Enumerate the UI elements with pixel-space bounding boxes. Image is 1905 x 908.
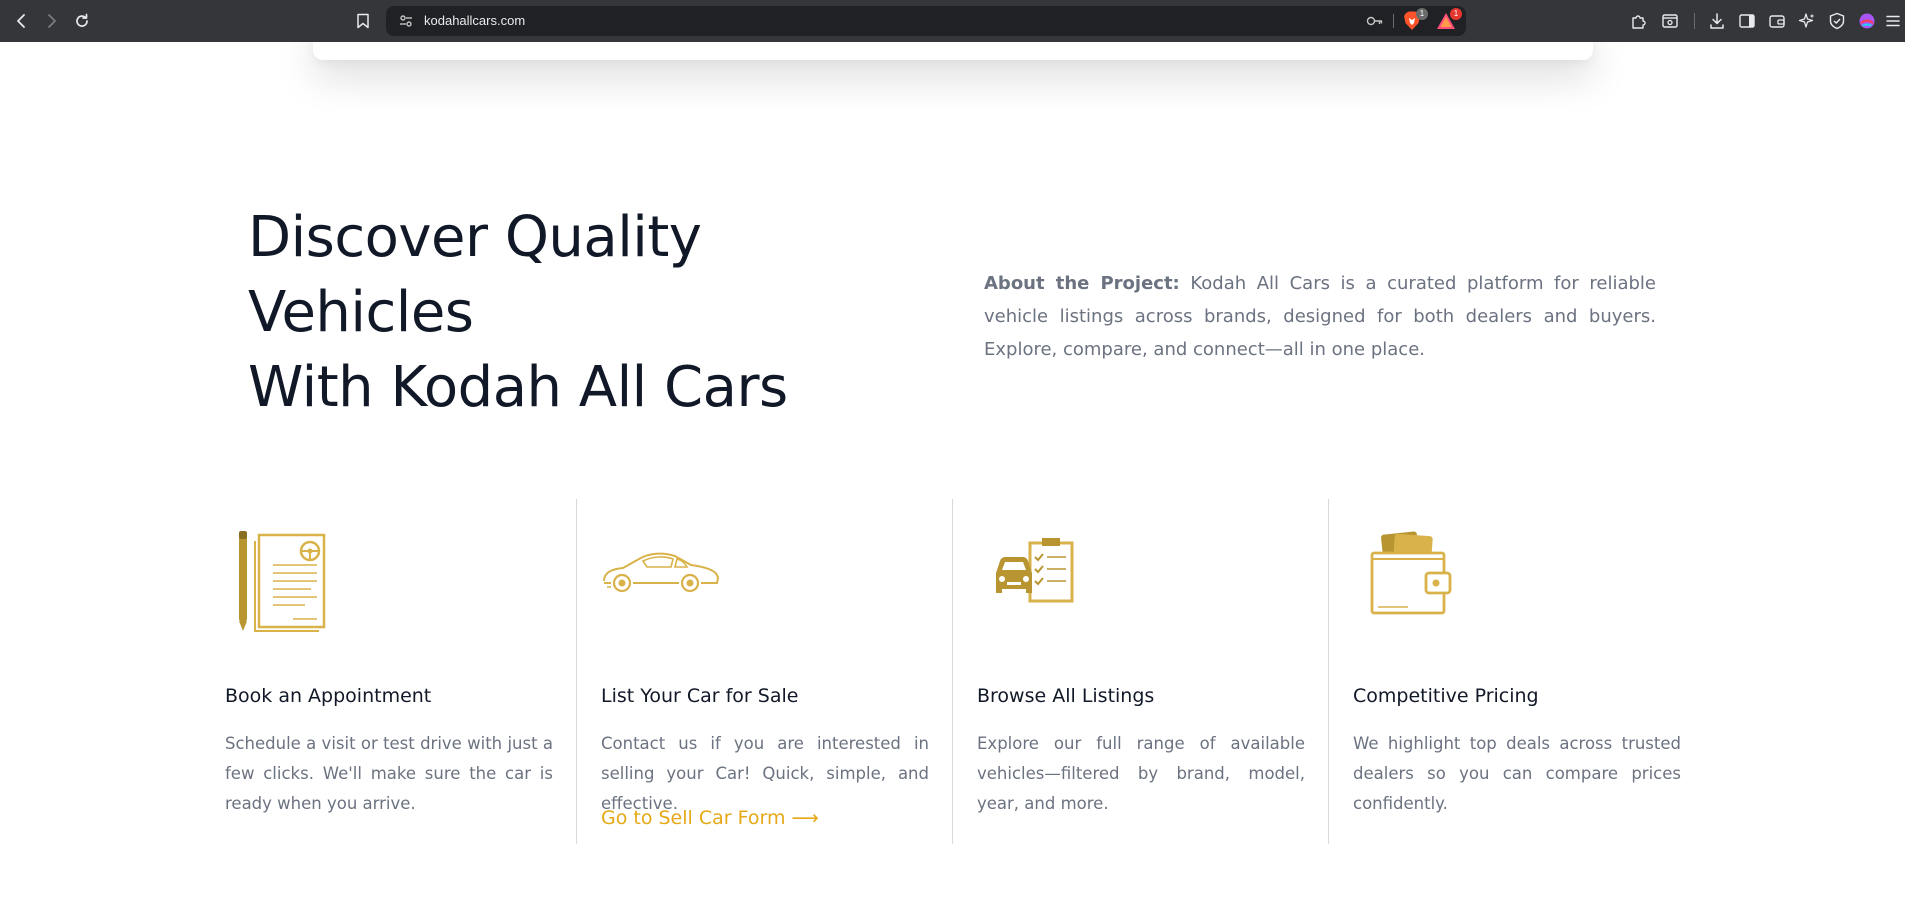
hamburger-menu-icon [1886, 15, 1900, 27]
leo-ai-button[interactable] [1797, 11, 1817, 31]
divider [1393, 14, 1394, 28]
page-content: Discover Quality Vehicles With Kodah All… [0, 42, 1905, 908]
sidebar-button[interactable] [1737, 11, 1757, 31]
vpn-button[interactable] [1827, 11, 1847, 31]
profile-button[interactable] [1857, 11, 1877, 31]
reload-button[interactable] [70, 9, 94, 33]
reload-icon [76, 13, 88, 27]
feature-description: Contact us if you are interested in sell… [601, 734, 929, 813]
back-icon [17, 14, 25, 28]
feature-description: We highlight top deals across trusted de… [1353, 734, 1681, 813]
sparkle-icon [1798, 13, 1815, 28]
header-card [313, 42, 1593, 60]
features-section: Book an Appointment Schedule a visit or … [225, 499, 1681, 844]
feature-title: List Your Car for Sale [601, 685, 799, 707]
brave-shields-button[interactable]: 1 [1402, 8, 1428, 32]
feature-card: Book an Appointment Schedule a visit or … [225, 499, 555, 844]
car-icon [603, 552, 720, 592]
wallet-button[interactable] [1767, 11, 1787, 31]
address-bar[interactable]: kodahallcars.com 1 1 [386, 6, 1466, 36]
about-project: About the Project: Kodah All Cars is a c… [984, 267, 1656, 366]
bookmark-button[interactable] [352, 10, 374, 32]
hero-title-line: With Kodah All Cars [248, 355, 788, 420]
brave-rewards-button[interactable]: 1 [1436, 8, 1462, 32]
car-checklist-icon [996, 538, 1074, 603]
divider [1328, 499, 1329, 844]
appointment-document-icon [239, 531, 326, 632]
forward-button[interactable] [39, 9, 63, 33]
rewards-count-badge: 1 [1450, 8, 1462, 20]
shields-count-badge: 1 [1416, 8, 1428, 20]
feature-card: Competitive Pricing We highlight top dea… [1353, 499, 1683, 844]
divider [576, 499, 577, 844]
forward-icon [48, 14, 56, 28]
feature-card: Browse All Listings Explore our full ran… [977, 499, 1307, 844]
feature-card: List Your Car for Sale Contact us if you… [601, 499, 931, 844]
hero-title-line: Discover Quality [248, 205, 702, 270]
shield-icon [1829, 12, 1845, 30]
feature-title: Competitive Pricing [1353, 685, 1539, 707]
download-icon [1710, 13, 1724, 29]
browser-toolbar: kodahallcars.com 1 1 [0, 0, 1905, 42]
hero-title-line: Vehicles [248, 280, 474, 345]
feature-title: Book an Appointment [225, 685, 432, 707]
site-settings-icon[interactable] [398, 13, 414, 29]
reader-mode-button[interactable] [1660, 11, 1680, 31]
divider [1694, 13, 1695, 29]
reader-search-icon [1662, 14, 1678, 28]
puzzle-icon [1632, 15, 1646, 29]
back-button[interactable] [10, 9, 34, 33]
sidebar-icon [1739, 14, 1755, 28]
downloads-button[interactable] [1707, 11, 1727, 31]
wallet-toolbar-icon [1769, 15, 1785, 28]
sell-car-form-link[interactable]: Go to Sell Car Form ⟶ [601, 807, 819, 829]
url-text[interactable]: kodahallcars.com [424, 13, 525, 28]
hero-title: Discover Quality Vehicles With Kodah All… [248, 200, 868, 425]
key-icon[interactable] [1366, 13, 1384, 29]
profile-avatar-icon [1859, 13, 1875, 29]
extensions-button[interactable] [1629, 11, 1649, 31]
divider [952, 499, 953, 844]
feature-description: Schedule a visit or test drive with just… [225, 734, 553, 813]
menu-button[interactable] [1883, 11, 1903, 31]
wallet-icon [1370, 531, 1452, 615]
bookmark-icon [357, 13, 369, 29]
feature-description: Explore our full range of available vehi… [977, 734, 1305, 813]
about-label: About the Project: [984, 273, 1180, 294]
feature-title: Browse All Listings [977, 685, 1155, 707]
